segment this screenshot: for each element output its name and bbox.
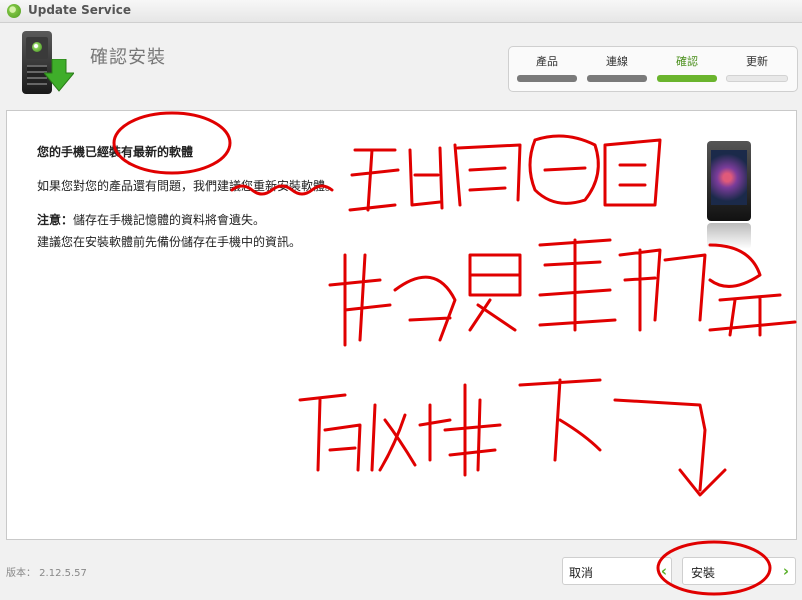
progress-steps: 產品 連線 確認 更新 xyxy=(508,46,798,92)
app-logo-icon xyxy=(7,4,21,18)
install-label: 安裝 xyxy=(691,566,716,580)
step-connect: 連線 xyxy=(586,53,648,82)
step-bar xyxy=(587,75,647,82)
note-body: 儲存在手機記憶體的資料將會遺失。 xyxy=(73,213,266,227)
chevron-left-icon: ‹ xyxy=(660,562,667,580)
chevron-right-icon: › xyxy=(782,562,789,580)
cancel-label: 取消 xyxy=(569,566,594,580)
device-reflection xyxy=(707,223,751,249)
page-title: 確認安裝 xyxy=(90,47,166,68)
backup-advice-text: 建議您在安裝軟體前先備份儲存在手機中的資訊。 xyxy=(37,235,302,249)
install-button[interactable]: 安裝 › xyxy=(682,557,796,585)
step-product: 產品 xyxy=(516,53,578,82)
window-title: Update Service xyxy=(28,3,131,17)
headline: 您的手機已經裝有最新的軟體 xyxy=(37,145,194,159)
step-bar xyxy=(517,75,577,82)
step-bar xyxy=(657,75,717,82)
title-bar: Update Service xyxy=(0,0,802,23)
device-image xyxy=(707,141,751,221)
note-label: 注意： xyxy=(37,213,74,227)
step-label: 更新 xyxy=(746,55,768,68)
advice-text: 如果您對您的產品還有問題，我們建議您重新安裝軟體。 xyxy=(37,179,338,193)
step-label: 產品 xyxy=(536,55,558,68)
version-label: 版本： 2.12.5.57 xyxy=(6,568,87,579)
step-label: 連線 xyxy=(606,55,628,68)
note-text: 注意：儲存在手機記憶體的資料將會遺失。 xyxy=(37,211,265,228)
header: 確認安裝 產品 連線 確認 更新 xyxy=(0,23,802,105)
step-confirm: 確認 xyxy=(656,53,718,82)
step-label: 確認 xyxy=(676,55,698,68)
step-bar xyxy=(726,75,788,82)
download-arrow-icon xyxy=(44,59,74,92)
content-panel: 您的手機已經裝有最新的軟體 如果您對您的產品還有問題，我們建議您重新安裝軟體。 … xyxy=(6,110,797,540)
step-update: 更新 xyxy=(726,53,788,82)
cancel-button[interactable]: 取消 ‹ xyxy=(562,557,672,585)
